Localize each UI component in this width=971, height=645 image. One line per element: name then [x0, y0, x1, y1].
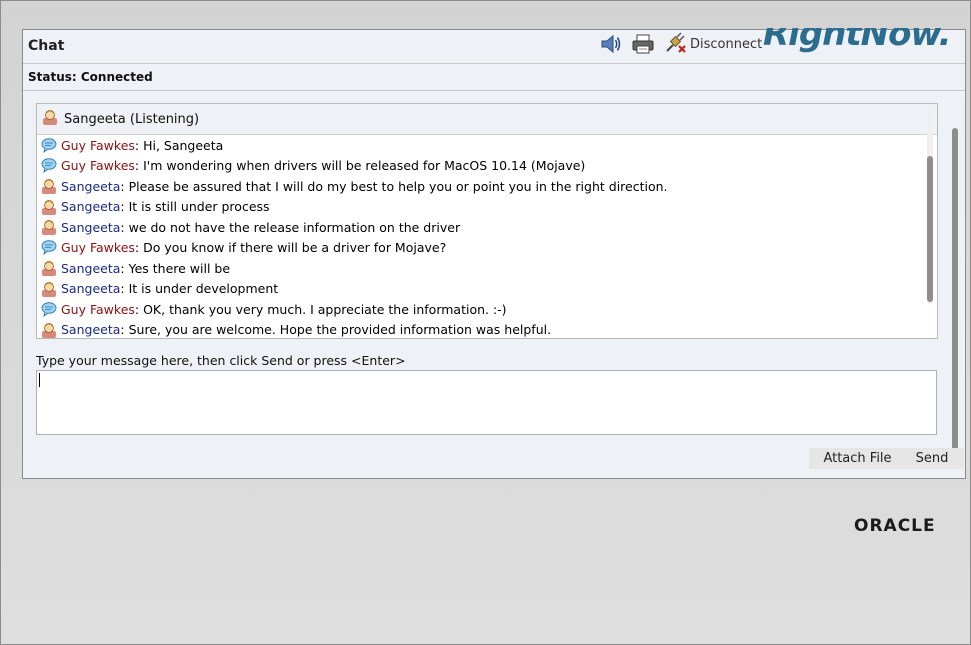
message-input[interactable]: [36, 370, 937, 435]
participant-bar: Sangeeta (Listening): [37, 104, 937, 135]
agent-avatar-icon: [41, 322, 57, 338]
message-row: Guy Fawkes: Do you know if there will be…: [37, 238, 937, 259]
message-row: Sangeeta: Yes there will be: [37, 258, 937, 279]
visitor-chat-bubble-icon: [41, 158, 57, 174]
text-caret: [39, 373, 40, 387]
connection-status: Status: Connected: [28, 70, 153, 84]
message-row: Sangeeta: Please be assured that I will …: [37, 176, 937, 197]
message-text: : Yes there will be: [120, 260, 231, 276]
message-row: Guy Fawkes: Hi, Sangeeta: [37, 135, 937, 156]
divider: [23, 63, 965, 64]
application-window: RightNow. Chat Disconnect Status: Connec…: [0, 0, 971, 645]
message-text: : I'm wondering when drivers will be rel…: [134, 158, 586, 174]
message-sender: Sangeeta: [61, 219, 121, 235]
message-text: : Please be assured that I will do my be…: [120, 178, 668, 194]
message-row: Sangeeta: we do not have the release inf…: [37, 217, 937, 238]
chat-toolbar: Disconnect: [598, 30, 762, 58]
message-sender: Guy Fawkes: [61, 240, 135, 256]
transcript-scrollbar[interactable]: [924, 108, 935, 304]
panel-scrollbar[interactable]: [951, 32, 960, 477]
visitor-chat-bubble-icon: [41, 240, 57, 256]
message-list: Guy Fawkes: Hi, Sangeeta Guy Fawkes: I'm …: [37, 135, 937, 339]
message-row: Sangeeta: Sure, you are welcome. Hope th…: [37, 320, 937, 340]
message-sender: Sangeeta: [61, 260, 121, 276]
message-text: : Hi, Sangeeta: [134, 137, 224, 153]
participant-label: Sangeeta (Listening): [64, 111, 200, 127]
rightnow-logo: RightNow.: [763, 14, 951, 54]
visitor-chat-bubble-icon: [41, 137, 57, 153]
message-text: : It is still under process: [120, 199, 270, 215]
compose-prompt: Type your message here, then click Send …: [36, 353, 406, 368]
oracle-logo: ORACLE: [854, 516, 936, 536]
chat-panel: RightNow. Chat Disconnect Status: Connec…: [22, 28, 966, 479]
message-row: Guy Fawkes: I'm wondering when drivers w…: [37, 156, 937, 177]
message-sender: Guy Fawkes: [61, 301, 135, 317]
agent-avatar-icon: [41, 178, 57, 195]
agent-avatar-icon: [41, 219, 57, 236]
message-row: Guy Fawkes: OK, thank you very much. I a…: [37, 299, 937, 320]
transcript-scrollbar-thumb[interactable]: [927, 156, 933, 302]
speaker-icon[interactable]: [598, 31, 624, 57]
send-button[interactable]: Send: [900, 448, 964, 469]
message-text: : Do you know if there will be a driver …: [134, 240, 447, 256]
disconnect-button[interactable]: Disconnect: [664, 30, 762, 58]
message-sender: Sangeeta: [61, 281, 121, 297]
printer-icon[interactable]: [630, 31, 656, 57]
message-text: : Sure, you are welcome. Hope the provid…: [120, 322, 552, 338]
agent-avatar-icon: [41, 260, 57, 277]
message-text: : OK, thank you very much. I appreciate …: [134, 301, 507, 317]
disconnect-label: Disconnect: [690, 36, 763, 52]
agent-avatar-icon: [42, 109, 58, 129]
message-sender: Sangeeta: [61, 322, 121, 338]
disconnect-plug-icon: [664, 30, 688, 58]
message-text: : It is under development: [120, 281, 279, 297]
divider: [23, 90, 965, 91]
chat-title: Chat: [28, 38, 65, 54]
message-row: Sangeeta: It is under development: [37, 279, 937, 300]
message-text: : we do not have the release information…: [120, 219, 461, 235]
agent-avatar-icon: [41, 281, 57, 297]
attach-file-button[interactable]: Attach File: [809, 448, 906, 469]
panel-scrollbar-thumb[interactable]: [952, 128, 958, 468]
message-sender: Sangeeta: [61, 199, 121, 215]
message-sender: Guy Fawkes: [61, 137, 135, 153]
agent-avatar-icon: [41, 199, 57, 215]
message-sender: Sangeeta: [61, 178, 121, 194]
message-sender: Guy Fawkes: [61, 158, 135, 174]
message-row: Sangeeta: It is still under process: [37, 197, 937, 218]
visitor-chat-bubble-icon: [41, 301, 57, 317]
chat-transcript: Sangeeta (Listening) Guy Fawkes: Hi, San…: [36, 103, 938, 339]
